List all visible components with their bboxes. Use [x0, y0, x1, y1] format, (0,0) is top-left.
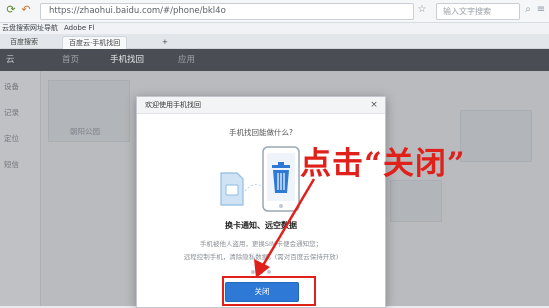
url-text: https://zhaohui.baidu.com/#/phone/bkl4o — [49, 6, 226, 16]
nav-apps[interactable]: 应用 — [178, 49, 195, 71]
search-icon[interactable]: ⌕ — [522, 4, 534, 16]
browser-toolbar: ⟳ ↶ https://zhaohui.baidu.com/#/phone/bk… — [0, 0, 549, 23]
nav-home[interactable]: 首页 — [62, 49, 79, 71]
tab-phone-finder[interactable]: 百度云·手机找回 — [62, 36, 128, 49]
dialog-header: 欢迎使用手机找回 × — [137, 97, 385, 114]
nav-phone-finder[interactable]: 手机找回 — [110, 49, 144, 71]
back-icon[interactable]: ↶ — [19, 3, 33, 17]
annotation-arrow — [254, 178, 316, 278]
bookmarks-bar: 云盘搜索 网址导航 Adobe Fl — [0, 23, 549, 34]
refresh-icon[interactable]: ⟳ — [4, 3, 18, 17]
search-input[interactable]: 输入文字搜索 — [436, 3, 520, 20]
url-bar[interactable]: https://zhaohui.baidu.com/#/phone/bkl4o — [40, 3, 414, 20]
new-tab-button[interactable]: + — [160, 36, 170, 48]
highlight-box — [222, 276, 316, 306]
bookmark-item[interactable]: 云盘搜索 — [2, 23, 30, 34]
dialog-question: 手机找回能做什么? — [229, 128, 293, 137]
annotation-text: 点击“关闭” — [300, 146, 466, 182]
dialog-title: 欢迎使用手机找回 — [145, 101, 201, 109]
close-icon[interactable]: × — [369, 97, 379, 113]
bookmark-item[interactable]: Adobe Fl — [64, 23, 94, 34]
star-icon[interactable]: ☆ — [416, 4, 428, 16]
bookmark-item[interactable]: 网址导航 — [30, 23, 58, 34]
tab-search[interactable]: 百度搜索 — [4, 36, 44, 48]
site-header: 云 首页 手机找回 应用 — [0, 49, 549, 71]
tab-bar: 百度搜索 百度云·手机找回 + — [0, 34, 549, 49]
menu-icon[interactable]: ≡ — [535, 4, 547, 16]
site-logo[interactable]: 云 — [6, 49, 15, 71]
search-placeholder: 输入文字搜索 — [443, 7, 491, 16]
